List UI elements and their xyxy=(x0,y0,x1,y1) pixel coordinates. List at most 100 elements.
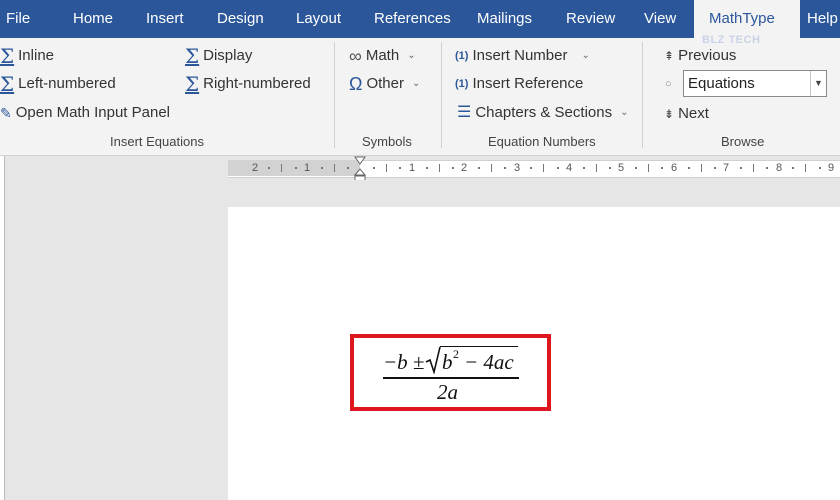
ribbon-tab-bar: File Home Insert Design Layout Reference… xyxy=(0,0,840,38)
ruler-tick xyxy=(713,167,716,169)
omega-icon: Ω xyxy=(349,74,363,94)
tab-layout[interactable]: Layout xyxy=(296,0,341,38)
ruler-tick xyxy=(595,164,597,172)
previous-button[interactable]: ⇞ Previous xyxy=(664,44,736,68)
ruler-number: 9 xyxy=(827,162,835,174)
arrow-down-icon: ⇟ xyxy=(664,107,675,121)
ruler-tick xyxy=(608,167,611,169)
ribbon-panel: BLZ TECH Σ Inline Σ Left-numbered ✎ Open… xyxy=(0,34,840,156)
tab-home[interactable]: Home xyxy=(73,0,113,38)
sigma-icon: Σ xyxy=(0,44,15,68)
ruler-tick xyxy=(635,167,638,169)
left-numbered-button[interactable]: Σ Left-numbered xyxy=(0,72,116,96)
equation-denominator: 2a xyxy=(437,380,458,404)
tab-review[interactable]: Review xyxy=(566,0,615,38)
fraction-bar xyxy=(383,377,519,379)
insert-reference-label: Insert Reference xyxy=(472,75,584,92)
ruler-tick xyxy=(556,167,559,169)
next-button[interactable]: ⇟ Next xyxy=(664,102,709,126)
inline-button[interactable]: Σ Inline xyxy=(0,44,54,68)
ruler-tick xyxy=(504,167,507,169)
open-math-input-panel-button[interactable]: ✎ Open Math Input Panel xyxy=(0,101,170,125)
ruler-tick xyxy=(687,167,690,169)
tab-file[interactable]: File xyxy=(6,0,30,38)
inline-label: Inline xyxy=(18,47,54,64)
ruler-tick xyxy=(766,167,769,169)
tab-help[interactable]: Help xyxy=(807,0,838,38)
ruler-tick xyxy=(268,167,271,169)
group-label-insert-equations: Insert Equations xyxy=(110,134,204,149)
tab-insert[interactable]: Insert xyxy=(146,0,184,38)
tab-mathtype[interactable]: MathType xyxy=(694,0,800,38)
equation-numerator-prefix: −b ± xyxy=(383,350,425,374)
equation-number-icon: (1) xyxy=(455,50,469,62)
ruler-tick xyxy=(425,167,428,169)
math-symbols-dropdown[interactable]: ∞ Math ⌄ xyxy=(349,44,416,68)
infinity-icon: ∞ xyxy=(349,46,362,66)
equation-radicand-rest: − 4ac xyxy=(464,350,514,374)
ruler-tick xyxy=(477,167,480,169)
equation-exponent: 2 xyxy=(453,347,459,361)
next-label: Next xyxy=(678,105,709,122)
ruler-tick xyxy=(648,164,650,172)
chevron-down-icon: ⌄ xyxy=(407,50,416,61)
ruler-tick xyxy=(294,167,297,169)
other-label: Other xyxy=(366,75,404,92)
ruler-tick xyxy=(373,167,376,169)
chevron-down-icon: ⌄ xyxy=(581,50,590,61)
tab-references[interactable]: References xyxy=(374,0,451,38)
sigma-icon: Σ xyxy=(185,44,200,68)
group-label-browse: Browse xyxy=(721,134,765,149)
group-label-equation-numbers: Equation Numbers xyxy=(488,134,596,149)
ruler-tick xyxy=(438,164,440,172)
group-label-symbols: Symbols xyxy=(362,134,412,149)
ruler-number: 7 xyxy=(722,162,730,174)
ruler-row: 2 1 1 2 3 4 5 6 7 8 9 xyxy=(0,156,840,183)
ruler-tick xyxy=(530,167,533,169)
chapters-sections-dropdown[interactable]: ☰ Chapters & Sections ⌄ xyxy=(457,101,628,125)
ruler-number: 2 xyxy=(251,162,259,174)
group-divider xyxy=(642,42,643,148)
ruler-tick xyxy=(320,167,323,169)
equations-select[interactable]: Equations ▼ xyxy=(683,70,827,97)
right-numbered-label: Right-numbered xyxy=(203,75,311,92)
sigma-icon: Σ xyxy=(0,72,15,96)
arrow-up-icon: ⇞ xyxy=(664,49,675,63)
chevron-down-icon: ⌄ xyxy=(620,107,629,118)
ruler-number: 2 xyxy=(460,162,468,174)
tab-view[interactable]: View xyxy=(644,0,676,38)
ruler-tick xyxy=(491,164,492,172)
right-numbered-button[interactable]: Σ Right-numbered xyxy=(185,72,311,96)
ruler-tick xyxy=(792,167,795,169)
group-divider xyxy=(334,42,335,148)
ruler-number: 1 xyxy=(303,162,311,174)
equation-highlight-frame[interactable]: −b ± b 2 − 4ac 2a xyxy=(350,334,551,411)
ruler-tick xyxy=(451,167,454,169)
equations-select-value: Equations xyxy=(688,75,755,92)
ruler-tick xyxy=(281,164,283,172)
previous-label: Previous xyxy=(678,47,737,64)
insert-reference-button[interactable]: (1) Insert Reference xyxy=(455,72,583,96)
chevron-down-icon[interactable]: ▼ xyxy=(810,71,826,96)
display-button[interactable]: Σ Display xyxy=(185,44,252,68)
other-symbols-dropdown[interactable]: Ω Other ⌄ xyxy=(349,72,420,96)
list-icon: ☰ xyxy=(457,104,472,121)
group-divider xyxy=(441,42,442,148)
insert-number-label: Insert Number xyxy=(472,47,568,64)
circle-icon: ○ xyxy=(665,78,672,90)
square-root-icon xyxy=(425,346,441,374)
ruler-number: 1 xyxy=(408,162,416,174)
ruler-tick xyxy=(805,164,807,172)
ruler-number: 3 xyxy=(513,162,521,174)
ruler-tick xyxy=(346,167,349,169)
ruler-tick xyxy=(700,164,702,172)
ruler-tick xyxy=(333,164,335,172)
insert-number-dropdown[interactable]: (1) Insert Number ⌄ xyxy=(455,44,590,68)
radical-vinculum xyxy=(440,346,518,347)
vertical-ruler-edge xyxy=(0,156,5,500)
equation-radicand: b xyxy=(442,350,453,374)
tab-mailings[interactable]: Mailings xyxy=(477,0,532,38)
tab-design[interactable]: Design xyxy=(217,0,264,38)
ruler-tick xyxy=(818,167,821,169)
math-label: Math xyxy=(365,47,400,64)
